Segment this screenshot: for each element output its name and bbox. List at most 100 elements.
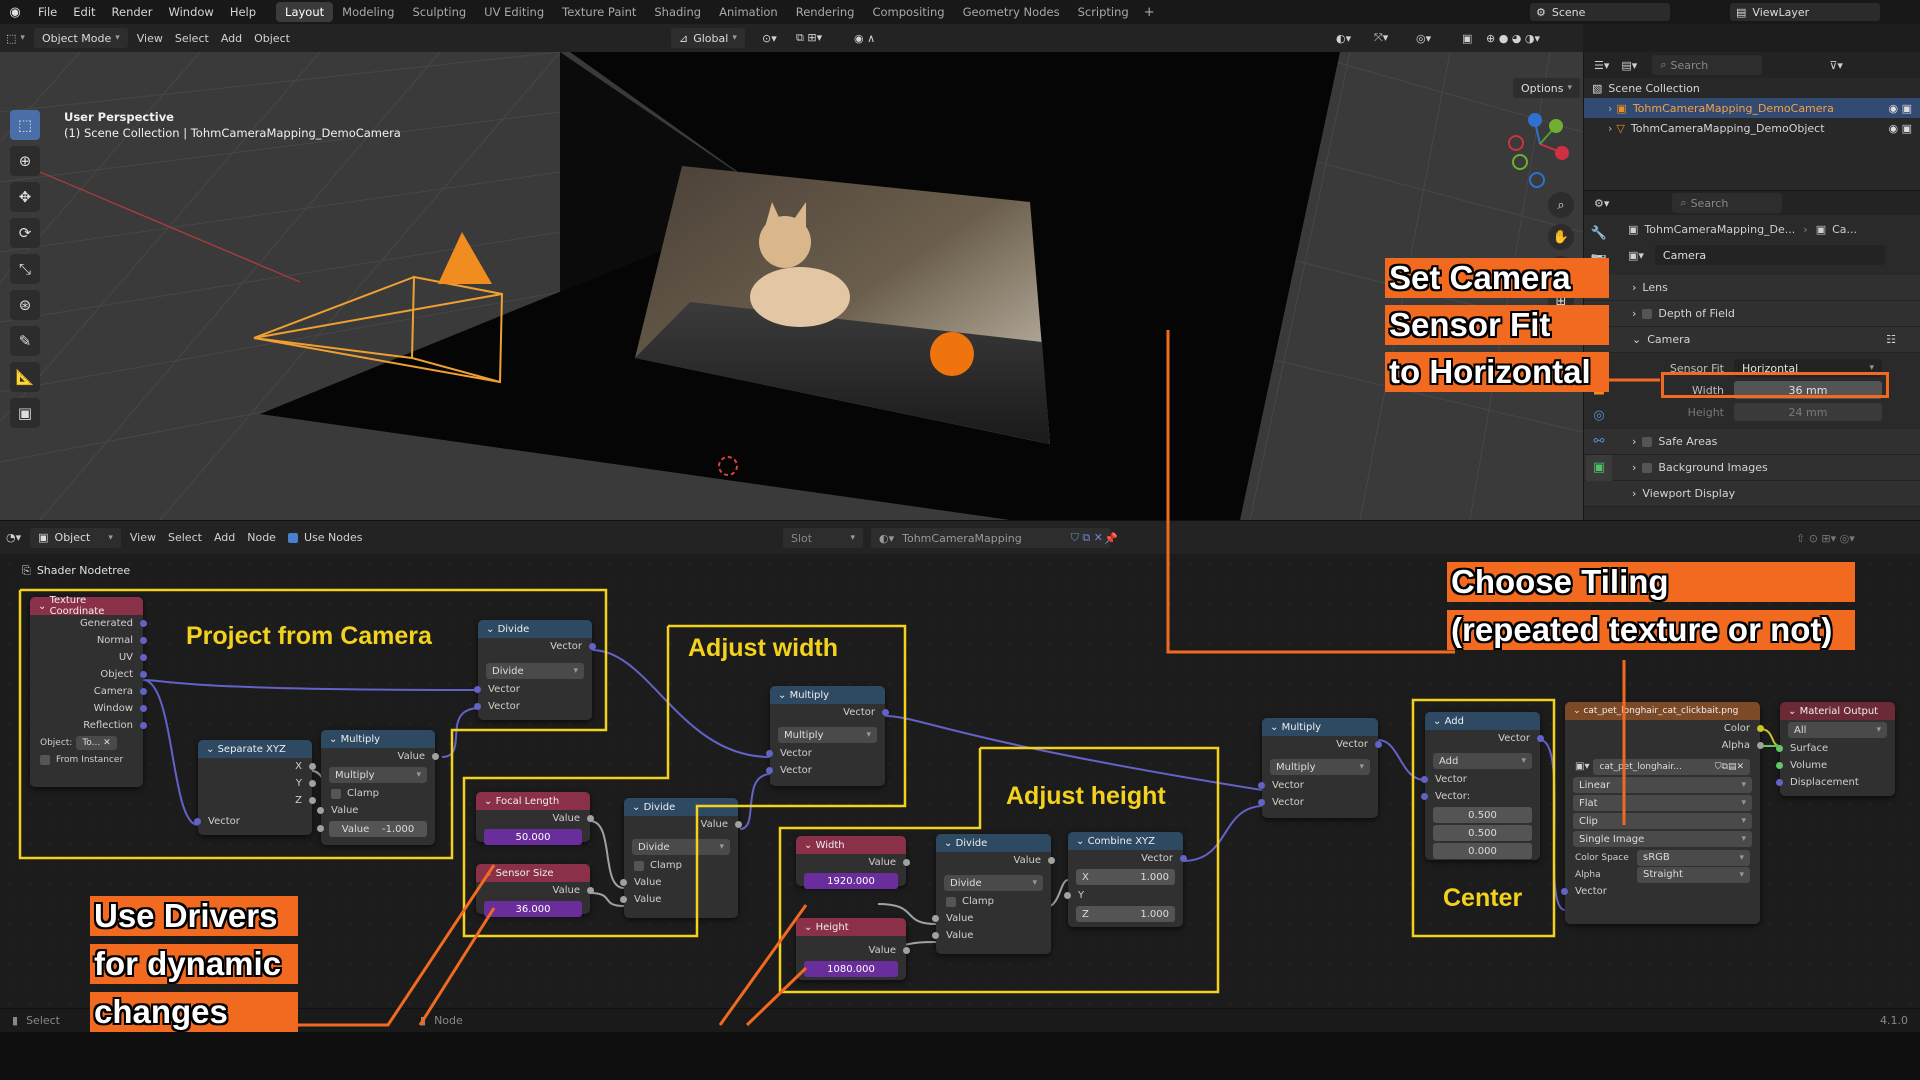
tab-uv-editing[interactable]: UV Editing — [475, 2, 553, 22]
socket-value-out[interactable]: Value — [796, 942, 910, 959]
input-socket[interactable] — [474, 703, 481, 710]
socket-vector-in-1[interactable]: Vector — [1258, 777, 1378, 794]
input-socket[interactable] — [766, 750, 773, 757]
ne-snap-icons[interactable]: ⇧ ⊙ ⊞▾ ◎▾ — [1790, 528, 1861, 548]
socket-x[interactable]: X — [198, 758, 316, 775]
menu-render[interactable]: Render — [104, 5, 161, 19]
output-socket[interactable] — [903, 859, 910, 866]
ne-menu-view[interactable]: View — [124, 528, 162, 548]
output-socket[interactable] — [432, 753, 439, 760]
sensor-height-field[interactable]: 24 mm — [1734, 403, 1882, 421]
input-socket[interactable] — [317, 825, 324, 832]
output-socket[interactable] — [309, 763, 316, 770]
tab-compositing[interactable]: Compositing — [863, 2, 953, 22]
tab-modeling[interactable]: Modeling — [333, 2, 403, 22]
socket-y-in[interactable]: Y — [1064, 887, 1183, 904]
operation-dropdown[interactable]: Multiply ▾ — [329, 767, 427, 783]
alpha-mode-dropdown[interactable]: Straight ▾ — [1637, 866, 1750, 883]
tool-tab-icon[interactable]: 🔧 — [1586, 221, 1612, 247]
clamp-checkbox[interactable] — [331, 788, 341, 799]
node-header[interactable]: ⌄ Sensor Size — [476, 864, 590, 882]
tab-sculpting[interactable]: Sculpting — [403, 2, 475, 22]
offset-x-field[interactable]: 0.500 — [1433, 807, 1532, 823]
node-divide-ratio[interactable]: ⌄ Divide Value Divide ▾ Clamp Value Value — [620, 798, 742, 918]
view-layer-selector[interactable]: ▤ ViewLayer — [1730, 3, 1880, 21]
dof-checkbox[interactable] — [1642, 308, 1653, 319]
menu-edit[interactable]: Edit — [65, 5, 103, 19]
operation-dropdown[interactable]: Multiply ▾ — [1270, 759, 1370, 775]
vp-menu-object[interactable]: Object — [248, 28, 296, 48]
node-sensor-size-driver[interactable]: ⌄ Sensor Size Value 36.000 — [476, 864, 594, 917]
output-socket[interactable] — [140, 722, 147, 729]
socket-object[interactable]: Object — [30, 666, 147, 683]
input-socket[interactable] — [1258, 782, 1265, 789]
node-height-driver[interactable]: ⌄ Height Value 1080.000 — [796, 918, 910, 980]
socket-uv[interactable]: UV — [30, 649, 147, 666]
rotate-icon[interactable]: ⟳ — [10, 218, 40, 248]
zoom-icon[interactable]: ⌕ — [1548, 192, 1574, 218]
input-socket[interactable] — [474, 686, 481, 693]
clamp-toggle[interactable]: Clamp — [624, 857, 738, 874]
node-header[interactable]: ⌄ Divide — [936, 834, 1051, 852]
output-socket[interactable] — [140, 654, 147, 661]
object-picker[interactable]: Object: To... ✕ — [30, 734, 143, 751]
camera-datablock[interactable]: ▣▾ Camera — [1584, 243, 1920, 267]
tab-texture-paint[interactable]: Texture Paint — [553, 2, 645, 22]
panel-depth-of-field[interactable]: › Depth of Field — [1584, 301, 1920, 327]
node-header[interactable]: ⌄ Separate XYZ — [198, 740, 312, 758]
socket-vector-out[interactable]: Vector — [1068, 850, 1187, 867]
socket-vector-in[interactable]: Vector — [1561, 883, 1760, 900]
output-socket[interactable] — [587, 887, 594, 894]
node-combine-xyz[interactable]: ⌄ Combine XYZ Vector X 1.000 Y Z 1.000 — [1064, 832, 1187, 927]
output-socket[interactable] — [587, 815, 594, 822]
menu-window[interactable]: Window — [160, 5, 221, 19]
input-socket[interactable] — [1561, 888, 1568, 895]
socket-value-out[interactable]: Value — [321, 748, 439, 765]
input-socket[interactable] — [932, 915, 939, 922]
socket-vector-in-1[interactable]: Vector — [1421, 771, 1540, 788]
annotate-icon[interactable]: ✎ — [10, 326, 40, 356]
socket-surface[interactable]: Surface — [1776, 740, 1895, 757]
snap-icon[interactable]: ⧉ ⊞▾ — [790, 28, 828, 48]
bg-images-checkbox[interactable] — [1642, 462, 1653, 473]
output-socket[interactable] — [140, 705, 147, 712]
pin-icon[interactable]: 📌 — [1098, 528, 1124, 548]
socket-reflection[interactable]: Reflection — [30, 717, 147, 734]
image-selector[interactable]: ▣▾ cat_pet_longhair... ⛉⧉▤✕ — [1565, 758, 1760, 775]
panel-camera[interactable]: ⌄ Camera ☷ — [1584, 327, 1920, 353]
slot-selector[interactable]: Slot ▾ — [783, 528, 863, 548]
from-instancer-toggle[interactable]: From Instancer — [30, 751, 143, 768]
output-socket[interactable] — [1757, 725, 1764, 732]
node-width-driver[interactable]: ⌄ Width Value 1920.000 — [796, 836, 910, 889]
socket-vector-out[interactable]: Vector — [770, 704, 889, 721]
socket-vector-in-1[interactable]: Vector — [766, 745, 885, 762]
source-dropdown[interactable]: Single Image ▾ — [1573, 831, 1752, 847]
driven-value-field[interactable]: 50.000 — [484, 829, 582, 845]
vp-menu-view[interactable]: View — [131, 28, 169, 48]
socket-value-in-2[interactable]: Value — [932, 927, 1051, 944]
socket-color-out[interactable]: Color — [1565, 720, 1764, 737]
node-header[interactable]: ⌄ Focal Length — [476, 792, 590, 810]
projection-dropdown[interactable]: Flat ▾ — [1573, 795, 1752, 811]
socket-vector-in-2[interactable]: Vector — [766, 762, 885, 779]
socket-vector-out[interactable]: Vector — [1425, 730, 1544, 747]
gizmo-icon[interactable]: ⤧▾ — [1368, 28, 1394, 48]
use-nodes-toggle[interactable]: Use Nodes — [282, 528, 369, 548]
driven-value-field[interactable]: 1920.000 — [804, 873, 898, 889]
node-texture-coordinate[interactable]: ⌄ Texture Coordinate Generated Normal UV… — [30, 595, 147, 787]
socket-value-out[interactable]: Value — [624, 816, 742, 833]
output-socket[interactable] — [1375, 741, 1382, 748]
ne-menu-select[interactable]: Select — [162, 528, 208, 548]
output-socket[interactable] — [1180, 855, 1187, 862]
scene-selector[interactable]: ⚙ Scene — [1530, 3, 1670, 21]
outliner-scene-collection[interactable]: ▧ Scene Collection — [1584, 78, 1920, 98]
options-button[interactable]: Options ▾ — [1513, 78, 1580, 98]
socket-alpha-out[interactable]: Alpha — [1565, 737, 1764, 754]
socket-z[interactable]: Z — [198, 792, 316, 809]
socket-value-in[interactable]: Value — [317, 802, 435, 819]
axis-gizmo[interactable] — [1508, 113, 1569, 188]
offset-z-field[interactable]: 0.000 — [1433, 843, 1532, 859]
clamp-checkbox[interactable] — [946, 896, 956, 907]
output-socket[interactable] — [309, 780, 316, 787]
tab-scripting[interactable]: Scripting — [1069, 2, 1138, 22]
